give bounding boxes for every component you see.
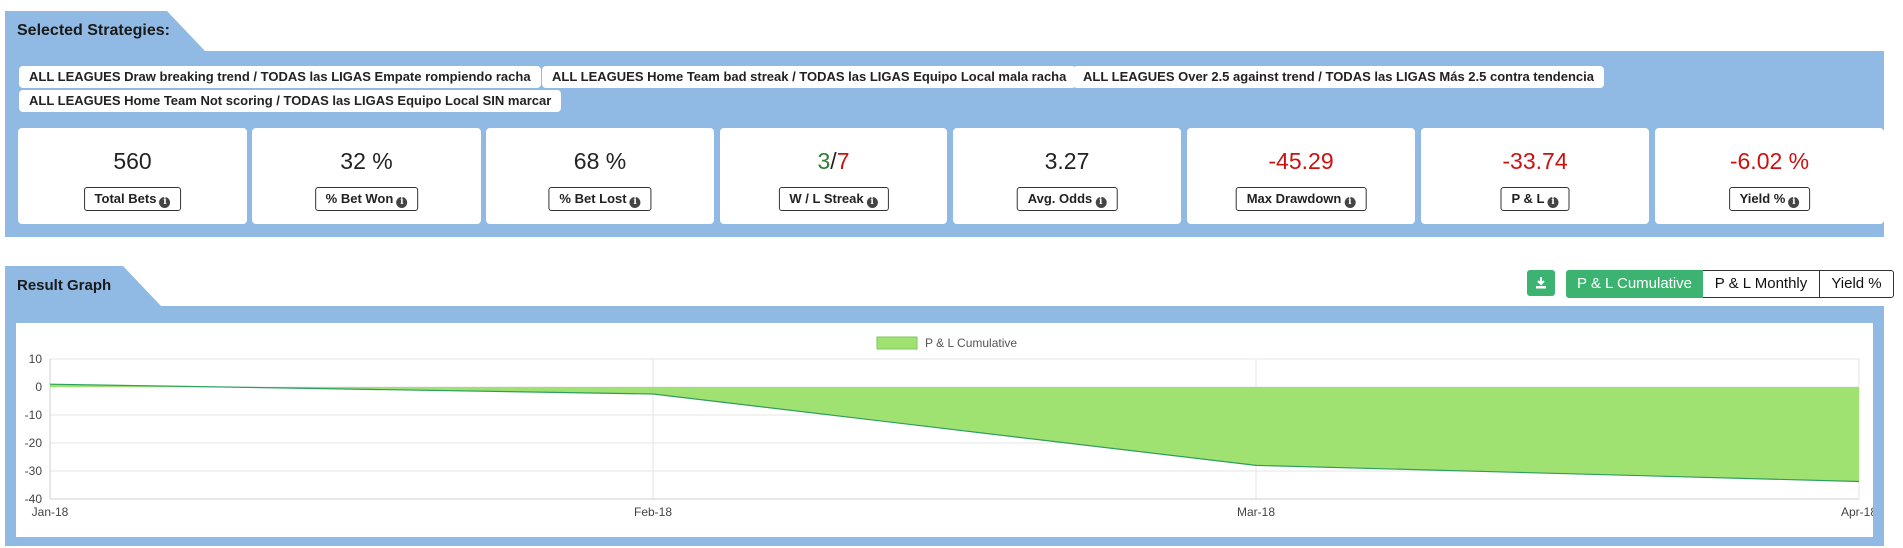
info-icon[interactable]: i [1095,197,1107,208]
bet-lost-value: 68 % [573,148,627,174]
info-icon[interactable]: i [396,197,408,208]
result-graph-header-tab: Result Graph [5,266,165,306]
yield-label[interactable]: Yield % i [1728,187,1811,211]
bet-won-label[interactable]: % Bet Won i [314,187,419,211]
total-bets-value: 560 [113,148,152,174]
info-icon[interactable]: i [1788,197,1800,208]
legend-swatch [876,336,918,350]
x-tick-label: Feb-18 [634,505,672,519]
y-tick-label: 10 [29,352,43,366]
loss-streak: 7 [836,148,850,174]
bet-lost-label[interactable]: % Bet Lost i [548,187,652,211]
chart-container: 10 0 -10 -20 -30 -40Jan-18 Feb-18 Mar-18 Apr-18 P… [16,323,1878,537]
stat-card-pl: -33.74 P & Li [1421,128,1649,224]
download-icon [1536,277,1546,289]
tab-pl-cumulative[interactable]: P & L Cumulative [1566,270,1703,298]
strategies-title: Selected Strategies: [17,22,170,39]
legend-label: P & L Cumulative [925,336,1017,350]
max-drawdown-label[interactable]: Max Drawdown i [1235,187,1367,211]
stat-card-yield: -6.02 % Yield % i [1655,128,1884,224]
info-icon[interactable]: i [1344,197,1356,208]
strategy-chip[interactable]: ALL LEAGUES Draw breaking trend / TODAS … [19,66,541,88]
y-tick-label: -30 [25,464,43,478]
streak-value: 3/7 [720,148,947,175]
tab-yield[interactable]: Yield % [1820,270,1894,298]
stat-card-bet-won: 32 % % Bet Won i [252,128,481,224]
y-tick-label: 0 [35,380,42,394]
info-icon[interactable]: i [629,197,641,208]
win-streak: 3 [817,148,831,174]
strategies-header-tab: Selected Strategies: [5,11,205,51]
stat-card-bet-lost: 68 % % Bet Lost i [486,128,714,224]
x-tick-label: Apr-18 [1841,505,1873,519]
strategy-chip[interactable]: ALL LEAGUES Home Team Not scoring / TODA… [19,90,562,112]
stat-card-max-drawdown: -45.29 Max Drawdown i [1187,128,1415,224]
total-bets-label[interactable]: Total Bets i [83,187,182,211]
x-tick-label: Mar-18 [1237,505,1275,519]
stat-card-avg-odds: 3.27 Avg. Odds i [953,128,1181,224]
y-tick-label: -40 [25,492,43,506]
strategy-chip[interactable]: ALL LEAGUES Home Team bad streak / TODAS… [542,66,1077,88]
strategy-chip[interactable]: ALL LEAGUES Over 2.5 against trend / TOD… [1073,66,1604,88]
pl-value: -33.74 [1502,148,1568,174]
pl-cumulative-chart: 10 0 -10 -20 -30 -40Jan-18 Feb-18 Mar-18 Apr-18 P… [25,336,1878,519]
streak-label[interactable]: W / L Streak i [778,187,889,211]
info-icon[interactable]: i [866,197,878,208]
result-graph-title: Result Graph [17,277,112,294]
avg-odds-label[interactable]: Avg. Odds i [1016,187,1118,211]
pl-label[interactable]: P & Li [1500,187,1570,211]
info-icon[interactable]: i [159,197,171,208]
download-button[interactable] [1527,270,1555,296]
bet-won-value: 32 % [340,148,393,174]
x-tick-label: Jan-18 [32,505,69,519]
stat-card-streak: 3/7 W / L Streak i [720,128,947,224]
stat-card-total-bets: 560 Total Bets i [18,128,247,224]
info-icon[interactable]: i [1547,197,1559,208]
max-drawdown-value: -45.29 [1268,148,1334,174]
y-tick-label: -20 [25,436,43,450]
tab-pl-monthly[interactable]: P & L Monthly [1703,270,1820,298]
series-area-pl-cumulative [50,384,1859,482]
yield-value: -6.02 % [1729,148,1810,174]
avg-odds-value: 3.27 [1044,148,1090,174]
y-tick-label: -10 [25,408,43,422]
